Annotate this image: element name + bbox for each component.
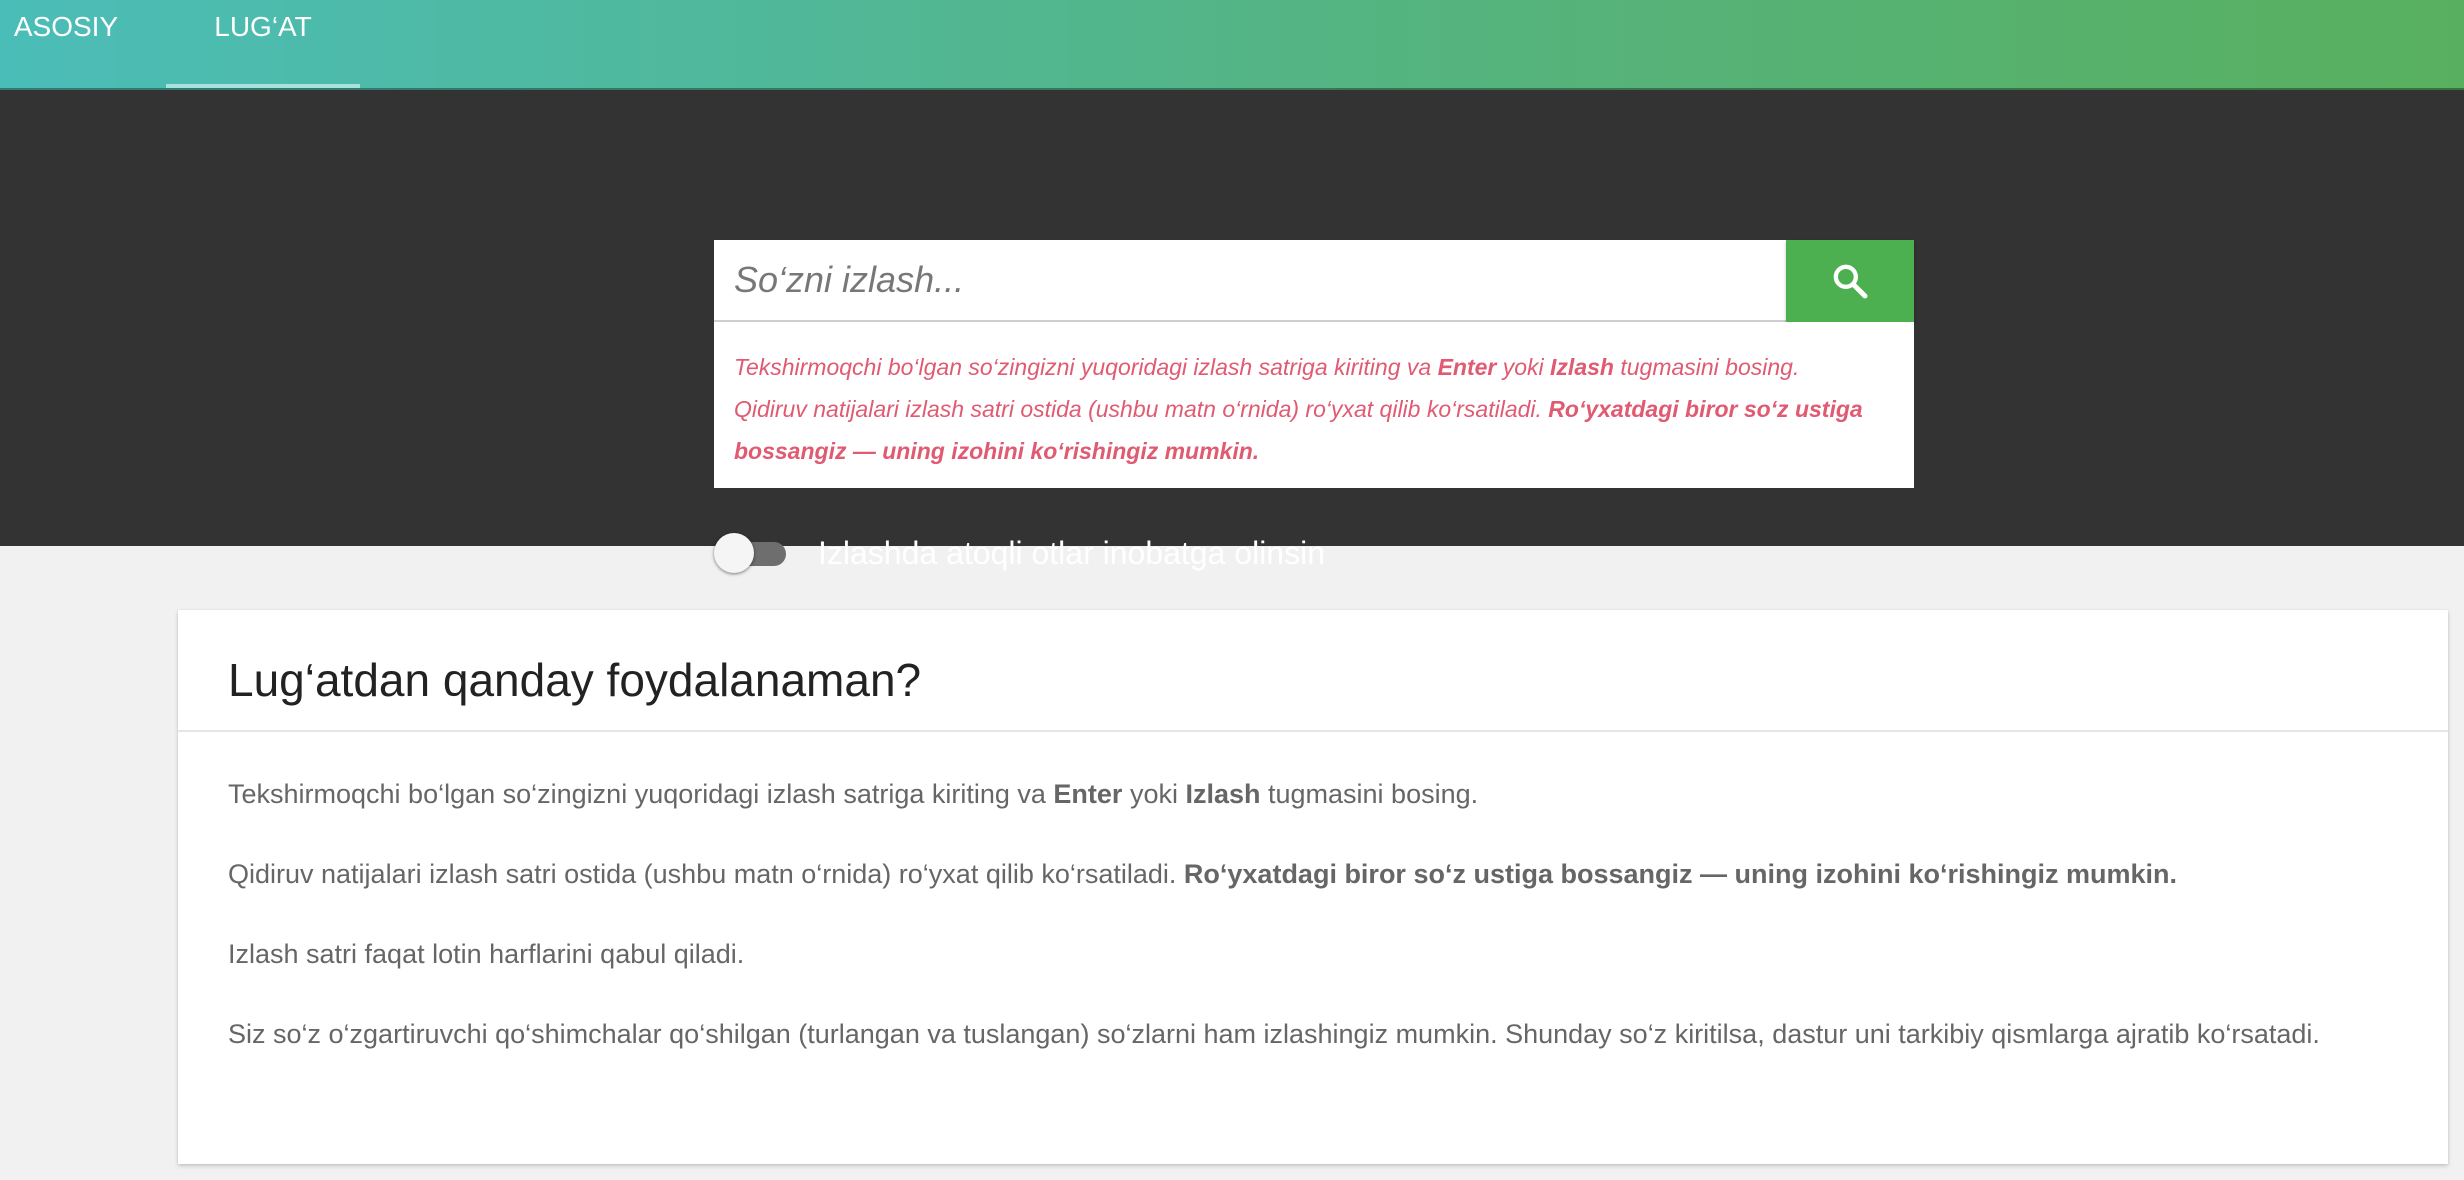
card-body: Tekshirmoqchi bo‘lgan so‘zingizni yuqori…	[228, 770, 2368, 1090]
proper-nouns-toggle-label: Izlashda atoqli otlar inobatga olinsin	[818, 535, 1325, 571]
hint-text-part: Tekshirmoqchi bo‘lgan so‘zingizni yuqori…	[734, 354, 1438, 380]
search-button[interactable]	[1786, 240, 1914, 322]
card-title: Lug‘atdan qanday foydalanaman?	[228, 654, 922, 706]
hint-search-word: Izlash	[1550, 354, 1614, 380]
search-hint: Tekshirmoqchi bo‘lgan so‘zingizni yuqori…	[714, 322, 1914, 488]
card-divider	[178, 730, 2448, 732]
nav-item-dictionary[interactable]: LUG‘AT	[166, 0, 360, 90]
top-nav: ASOSIY LUG‘AT	[0, 0, 2464, 90]
nav-item-home[interactable]: ASOSIY	[0, 0, 132, 90]
search-icon	[1833, 264, 1868, 299]
help-paragraph: Tekshirmoqchi bo‘lgan so‘zingizni yuqori…	[228, 770, 2368, 818]
paragraph-text: Qidiruv natijalari izlash satri ostida (…	[228, 859, 1184, 889]
proper-nouns-toggle[interactable]	[714, 533, 786, 573]
search-section: Tekshirmoqchi bo‘lgan so‘zingizni yuqori…	[0, 90, 2464, 573]
search-bar	[714, 240, 1914, 322]
hint-text-part: Qidiruv natijalari izlash satri ostida (…	[734, 396, 1549, 422]
search-input[interactable]	[714, 240, 1786, 322]
hint-text-part: yoki	[1496, 354, 1551, 380]
enter-key-text: Enter	[1053, 779, 1123, 809]
search-word-text: Izlash	[1185, 779, 1261, 809]
hint-text-part: tugmasini bosing.	[1613, 354, 1800, 380]
toggle-knob	[714, 533, 754, 573]
hint-enter-key: Enter	[1437, 354, 1497, 380]
paragraph-text: yoki	[1122, 779, 1186, 809]
help-paragraph: Izlash satri faqat lotin harflarini qabu…	[228, 939, 745, 969]
paragraph-emphasis: Ro‘yxatdagi biror so‘z ustiga bossangiz …	[1183, 859, 2177, 889]
paragraph-text: Tekshirmoqchi bo‘lgan so‘zingizni yuqori…	[228, 779, 1054, 809]
help-paragraph: Siz so‘z o‘zgartiruvchi qo‘shimchalar qo…	[228, 1019, 2320, 1049]
paragraph-text: tugmasini bosing.	[1260, 779, 1479, 809]
help-card: Lug‘atdan qanday foydalanaman? Tekshirmo…	[178, 610, 2448, 1164]
hint-text: Tekshirmoqchi bo‘lgan so‘zingizni yuqori…	[734, 346, 1894, 472]
help-paragraph: Qidiruv natijalari izlash satri ostida (…	[228, 850, 2368, 898]
